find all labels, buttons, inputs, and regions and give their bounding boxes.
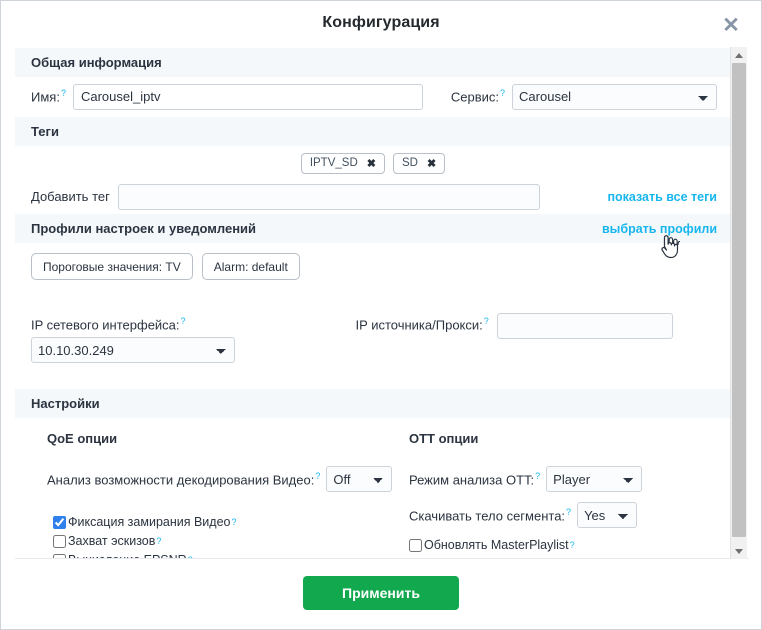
help-icon[interactable]: ? — [156, 536, 161, 546]
help-icon[interactable]: ? — [500, 88, 505, 98]
source-proxy-ip-input[interactable] — [496, 313, 673, 339]
interface-ip-label: IP сетевого интерфейса:? — [31, 315, 186, 332]
help-icon[interactable]: ? — [484, 316, 489, 326]
ott-mode-label: Режим анализа OTT:? — [409, 470, 541, 488]
dialog-scroll-area: Общая информация Имя:? Сервис:? Carousel… — [15, 47, 749, 559]
section-header-settings: Настройки — [15, 388, 731, 418]
general-fields-row: Имя:? Сервис:? Carousel — [15, 77, 731, 116]
checkbox-thumbnail-capture[interactable]: Захват эскизов? — [53, 533, 409, 549]
network-labels-row: IP сетевого интерфейса:? IP источника/Пр… — [15, 310, 731, 339]
interface-ip-select[interactable]: 10.10.30.249 — [31, 337, 235, 363]
profile-pill-row: Пороговые значения: TV Alarm: default — [15, 243, 731, 290]
add-tag-row: Добавить тег показать все теги — [15, 180, 731, 213]
help-icon[interactable]: ? — [566, 507, 571, 517]
section-header-profiles: Профили настроек и уведомлений выбрать п… — [15, 213, 731, 243]
scroll-up-icon[interactable] — [731, 47, 747, 63]
dialog-footer: Применить — [1, 557, 761, 629]
section-title-profiles: Профили настроек и уведомлений — [31, 221, 257, 236]
ott-checkbox-group: Обновлять MasterPlaylist? Анализировать … — [409, 537, 717, 558]
checkbox-update-masterplaylist-input[interactable] — [409, 538, 422, 552]
help-icon[interactable]: ? — [535, 471, 540, 481]
decode-analysis-select[interactable]: Off — [326, 466, 393, 492]
ott-mode-row: Режим анализа OTT:? Player — [409, 466, 717, 492]
ott-column: OTT опции Режим анализа OTT:? Player Ска… — [409, 418, 717, 558]
dialog-titlebar: Конфигурация ✕ — [1, 1, 761, 47]
tag-chip[interactable]: IPTV_SD ✖ — [300, 152, 385, 174]
section-title-settings: Настройки — [31, 396, 100, 411]
vertical-scrollbar[interactable] — [730, 47, 747, 559]
help-icon[interactable]: ? — [181, 316, 186, 326]
checkbox-update-masterplaylist[interactable]: Обновлять MasterPlaylist? — [409, 537, 717, 553]
checkbox-video-freeze-input[interactable] — [53, 515, 66, 529]
section-title-tags: Теги — [31, 124, 59, 139]
qoe-title: QoE опции — [47, 431, 118, 446]
checkbox-thumbnail-capture-label: Захват эскизов — [68, 534, 156, 548]
tag-chip-list: IPTV_SD ✖ SD ✖ — [15, 146, 731, 180]
add-tag-input[interactable] — [117, 183, 540, 210]
qoe-checkbox-group: Фиксация замирания Видео? Захват эскизов… — [53, 514, 409, 558]
configuration-dialog: Конфигурация ✕ Общая информация Имя:? Се… — [0, 0, 762, 630]
tag-chip-label: SD — [401, 157, 418, 169]
name-label: Имя:? — [31, 88, 66, 105]
ott-title: OTT опции — [409, 431, 479, 446]
service-label: Сервис:? — [450, 88, 506, 105]
apply-button[interactable]: Применить — [303, 576, 459, 610]
help-icon[interactable]: ? — [232, 517, 237, 527]
checkbox-update-masterplaylist-label: Обновлять MasterPlaylist — [424, 538, 569, 552]
ott-mode-select[interactable]: Player — [546, 466, 643, 492]
tag-chip[interactable]: SD ✖ — [392, 152, 446, 174]
qoe-column: QoE опции Анализ возможности декодирован… — [31, 418, 409, 558]
select-profiles-link[interactable]: выбрать профили — [602, 222, 717, 236]
decode-analysis-row: Анализ возможности декодирования Видео:?… — [47, 466, 409, 492]
section-title-general: Общая информация — [31, 55, 162, 70]
help-icon[interactable]: ? — [315, 471, 320, 481]
checkbox-thumbnail-capture-input[interactable] — [53, 534, 66, 548]
dialog-title: Конфигурация — [322, 14, 440, 31]
tag-chip-label: IPTV_SD — [309, 157, 358, 169]
profile-pill-alarm[interactable]: Alarm: default — [201, 253, 300, 280]
help-icon[interactable]: ? — [61, 88, 66, 98]
dialog-content: Общая информация Имя:? Сервис:? Carousel… — [15, 47, 731, 558]
help-icon[interactable]: ? — [570, 540, 575, 550]
source-proxy-ip-label: IP источника/Прокси:? — [355, 315, 489, 332]
profile-pill-threshold[interactable]: Пороговые значения: TV — [31, 253, 193, 280]
tag-remove-icon[interactable]: ✖ — [427, 157, 436, 170]
add-tag-label: Добавить тег — [31, 189, 110, 204]
close-icon[interactable]: ✕ — [719, 13, 743, 37]
decode-analysis-label: Анализ возможности декодирования Видео:? — [47, 470, 321, 488]
segment-body-select[interactable]: Yes — [577, 502, 638, 528]
scrollbar-thumb[interactable] — [732, 63, 746, 537]
tag-remove-icon[interactable]: ✖ — [367, 157, 376, 170]
segment-body-label: Скачивать тело сегмента:? — [409, 506, 572, 524]
section-header-tags: Теги — [15, 116, 731, 146]
settings-columns: QoE опции Анализ возможности декодирован… — [15, 418, 731, 558]
service-select[interactable]: Carousel — [512, 83, 718, 110]
section-header-general: Общая информация — [15, 47, 731, 77]
checkbox-video-freeze[interactable]: Фиксация замирания Видео? — [53, 514, 409, 530]
segment-body-row: Скачивать тело сегмента:? Yes — [409, 502, 717, 528]
show-all-tags-link[interactable]: показать все теги — [607, 190, 717, 204]
name-input[interactable] — [72, 83, 423, 110]
checkbox-video-freeze-label: Фиксация замирания Видео — [68, 515, 231, 529]
